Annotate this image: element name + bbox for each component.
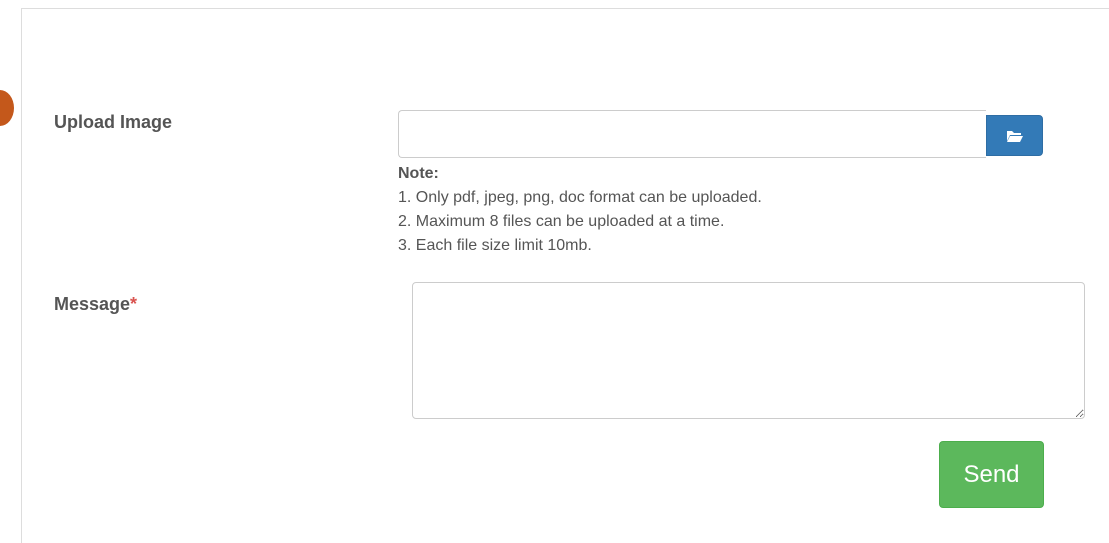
side-marker (0, 90, 14, 126)
message-label-text: Message (54, 294, 131, 314)
upload-note: Note: 1. Only pdf, jpeg, png, doc format… (398, 162, 762, 258)
note-line-2: 2. Maximum 8 files can be uploaded at a … (398, 213, 725, 230)
folder-open-icon (1006, 130, 1023, 142)
message-textarea[interactable] (412, 282, 1085, 419)
browse-file-button[interactable] (986, 115, 1043, 156)
required-asterisk: * (130, 294, 138, 314)
note-line-1: 1. Only pdf, jpeg, png, doc format can b… (398, 189, 762, 206)
note-title: Note: (398, 165, 439, 182)
upload-file-field[interactable] (398, 110, 986, 158)
note-line-3: 3. Each file size limit 10mb. (398, 237, 592, 254)
page: Upload Image Note: 1. Only pdf, jpeg, pn… (0, 0, 1109, 543)
upload-image-label: Upload Image (54, 112, 173, 132)
message-label: Message* (54, 294, 137, 315)
send-button[interactable]: Send (939, 441, 1044, 508)
